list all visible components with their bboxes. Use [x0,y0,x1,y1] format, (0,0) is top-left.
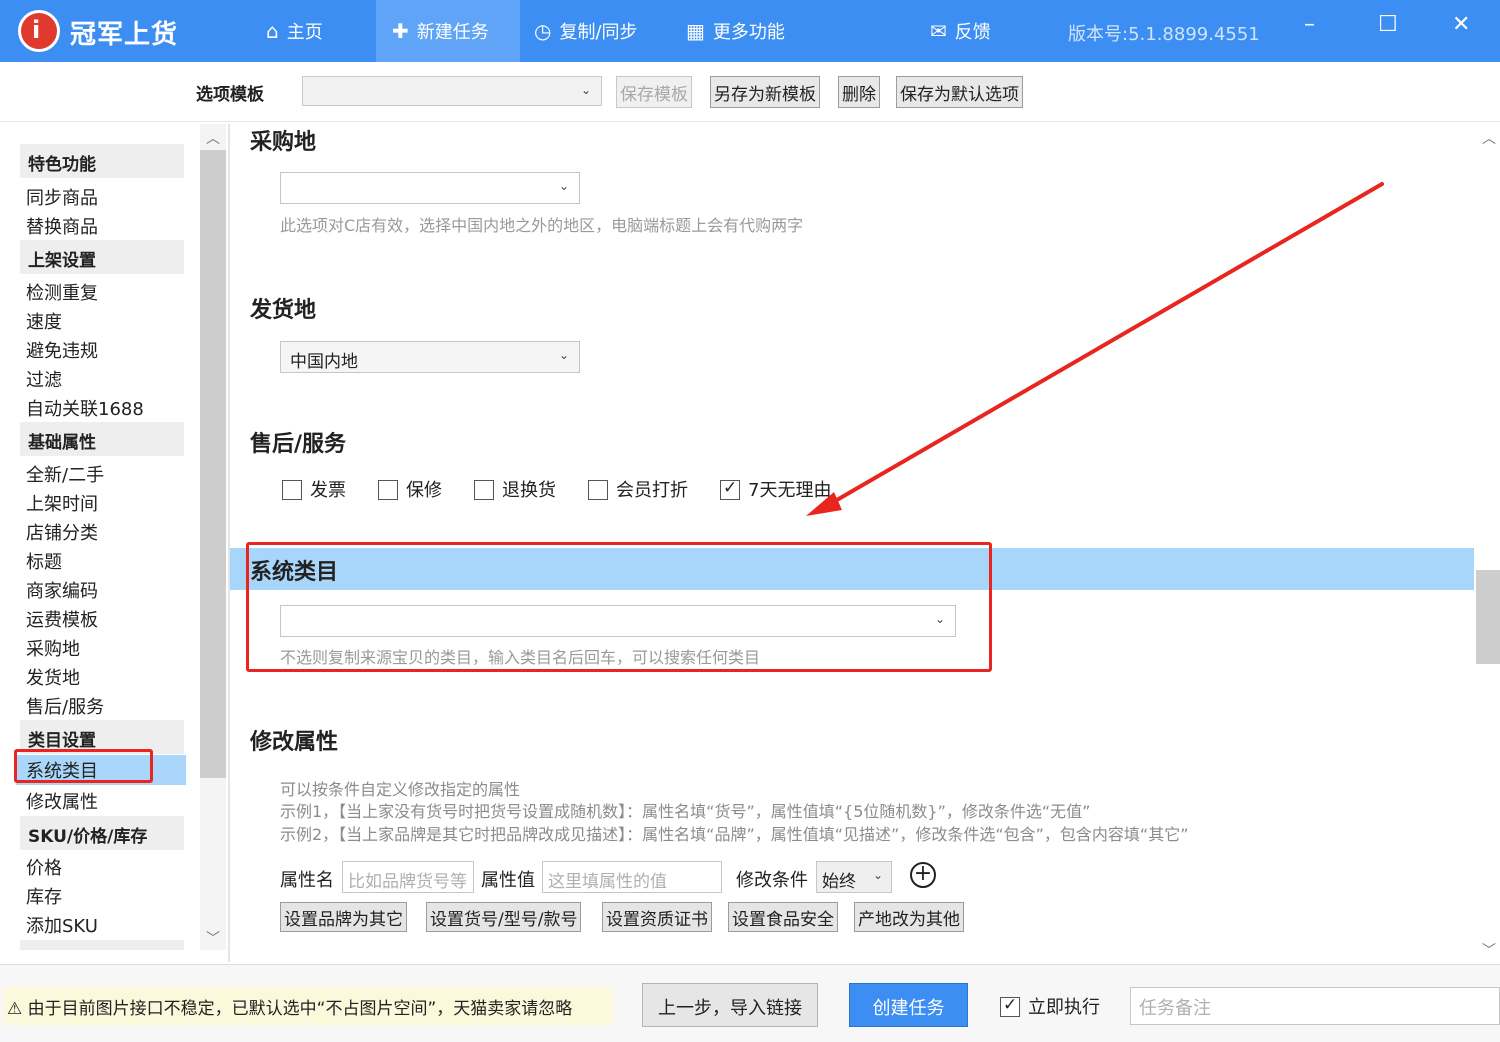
maximize-button[interactable]: ☐ [1378,12,1398,37]
set-origin-other-button[interactable]: 产地改为其他 [854,902,964,932]
sidebar-scrollbar-thumb[interactable] [200,150,226,778]
close-button[interactable]: ✕ [1452,12,1470,37]
app-title: 冠军上货 [70,20,179,50]
sidebar-item-add-sku[interactable]: 添加SKU [26,912,98,938]
scroll-up-icon[interactable]: ︿ [1482,128,1496,148]
sidebar-item-ship-from[interactable]: 发货地 [26,664,80,690]
chat-icon: ✉ [930,19,947,43]
chevron-down-icon: ⌄ [873,868,884,882]
sidebar-item-price[interactable]: 价格 [26,854,62,880]
sidebar-item-after-sales[interactable]: 售后/服务 [26,693,104,719]
delete-template-button[interactable]: 删除 [838,76,880,108]
sidebar-item-duplicate-check[interactable]: 检测重复 [26,279,98,305]
set-brand-other-button[interactable]: 设置品牌为其它 [280,902,407,932]
sidebar-item-sync[interactable]: 同步商品 [26,184,98,210]
task-memo-input[interactable]: 任务备注 [1130,987,1500,1025]
footer-bar: ⚠ 由于目前图片接口不稳定，已默认选中“不占图片空间”，天猫卖家请忽略 上一步，… [0,964,1500,1042]
sidebar-item-stock[interactable]: 库存 [26,883,62,909]
attr-value-input[interactable]: 这里填属性的值 [542,861,722,893]
feedback-label: 反馈 [954,22,991,43]
main-scrollbar-thumb[interactable] [1476,570,1500,664]
sidebar-group-feature[interactable]: 特色功能 [20,144,184,178]
sidebar-item-modify-attrs[interactable]: 修改属性 [26,788,98,814]
nav-copy-sync[interactable]: ◷ 复制/同步 [534,0,664,62]
execute-now-label: 立即执行 [1028,997,1100,1018]
warning-text: 由于目前图片接口不稳定，已默认选中“不占图片空间”，天猫卖家请忽略 [27,999,573,1019]
attr-name-input[interactable]: 比如品牌货号等 [342,861,474,893]
chevron-down-icon: ⌄ [581,83,592,97]
home-icon: ⌂ [266,19,279,43]
annotation-highlight-box [14,749,153,783]
sidebar-item-shipping-template[interactable]: 运费模板 [26,606,98,632]
save-template-button[interactable]: 保存模板 [616,76,692,108]
minimize-button[interactable]: – [1304,12,1315,37]
sidebar-group-basic[interactable]: 基础属性 [20,422,184,456]
grid-icon: ▦ [686,19,705,43]
app-window: i 冠军上货 ⌂ 主页 ✚ 新建任务 ◷ 复制/同步 ▦ 更多功能 ✉ 反馈 版… [0,0,1500,1042]
sidebar-item-speed[interactable]: 速度 [26,308,62,334]
app-logo-icon: i [18,10,60,52]
sidebar-item-shop-category[interactable]: 店铺分类 [26,519,98,545]
nav-more[interactable]: ▦ 更多功能 [686,0,816,62]
condition-select[interactable]: 始终 ⌄ [816,861,892,893]
main-scrollbar[interactable] [1474,124,1500,962]
sidebar-item-listing-time[interactable]: 上架时间 [26,490,98,516]
sidebar-item-purchase-place[interactable]: 采购地 [26,635,80,661]
clock-icon: ◷ [534,19,552,43]
execute-now-checkbox[interactable]: 立即执行 [1000,993,1100,1019]
warning-banner: ⚠ 由于目前图片接口不稳定，已默认选中“不占图片空间”，天猫卖家请忽略 [3,987,613,1025]
set-food-safety-button[interactable]: 设置食品安全 [728,902,838,932]
scroll-down-icon[interactable]: ﹀ [1482,940,1496,960]
nav-more-label: 更多功能 [712,22,785,43]
warning-icon: ⚠ [7,999,23,1019]
template-select[interactable]: ⌄ [302,76,602,106]
sidebar-item-auto-link[interactable]: 自动关联1688 [26,395,144,421]
prev-step-button[interactable]: 上一步，导入链接 [642,983,818,1027]
template-toolbar: 选项模板 ⌄ 保存模板 另存为新模板 删除 保存为默认选项 [0,62,1500,122]
add-condition-icon[interactable]: + [910,862,936,888]
modify-attrs-desc: 可以按条件自定义修改指定的属性 [280,780,521,799]
nav-copy-sync-label: 复制/同步 [559,22,638,43]
sidebar-item-avoid-violation[interactable]: 避免违规 [26,337,98,363]
nav-new-task[interactable]: ✚ 新建任务 [376,0,520,62]
modify-attrs-example-1: 示例1，【当上家没有货号时把货号设置成随机数】：属性名填“货号”，属性值填“{5… [280,802,1091,821]
modify-attrs-example-2: 示例2，【当上家品牌是其它时把品牌改成见描述】：属性名填“品牌”，属性值填“见描… [280,825,1189,844]
set-model-number-button[interactable]: 设置货号/型号/款号 [426,902,582,932]
sidebar: 特色功能 同步商品 替换商品 上架设置 检测重复 速度 避免违规 过滤 自动关联… [2,124,228,950]
sidebar-item-filter[interactable]: 过滤 [26,366,62,392]
scroll-up-icon[interactable]: ︿ [206,128,220,148]
nav-new-task-label: 新建任务 [416,22,489,43]
scroll-down-icon[interactable]: ﹀ [206,928,220,948]
sidebar-item-title[interactable]: 标题 [26,548,62,574]
attr-value-label: 属性值 [481,870,535,891]
sidebar-group-partial [20,940,184,950]
options-panel: 采购地 ⌄ 此选项对C店有效，选择中国内地之外的地区，电脑端标题上会有代购两字 … [228,124,1500,962]
template-label: 选项模板 [196,85,264,105]
create-task-button[interactable]: 创建任务 [849,983,968,1027]
feedback-button[interactable]: ✉ 反馈 [930,0,1010,62]
sidebar-group-listing[interactable]: 上架设置 [20,240,184,274]
checkbox-box-checked [1000,995,1020,1017]
condition-label: 修改条件 [736,870,808,891]
set-certificate-button[interactable]: 设置资质证书 [602,902,712,932]
save-default-button[interactable]: 保存为默认选项 [896,76,1023,108]
save-as-new-template-button[interactable]: 另存为新模板 [710,76,820,108]
sidebar-group-sku[interactable]: SKU/价格/库存 [20,816,184,850]
new-task-icon: ✚ [392,19,409,43]
condition-value: 始终 [822,872,856,892]
nav-home[interactable]: ⌂ 主页 [266,0,376,62]
sidebar-item-condition[interactable]: 全新/二手 [26,461,104,487]
attr-name-label: 属性名 [280,870,334,891]
section-title-modify-attrs: 修改属性 [250,730,339,755]
nav-home-label: 主页 [286,22,323,43]
sidebar-item-replace[interactable]: 替换商品 [26,213,98,239]
title-bar: i 冠军上货 ⌂ 主页 ✚ 新建任务 ◷ 复制/同步 ▦ 更多功能 ✉ 反馈 版… [0,0,1500,62]
sidebar-item-merchant-code[interactable]: 商家编码 [26,577,98,603]
version-text: 版本号:5.1.8899.4551 [1068,24,1260,45]
